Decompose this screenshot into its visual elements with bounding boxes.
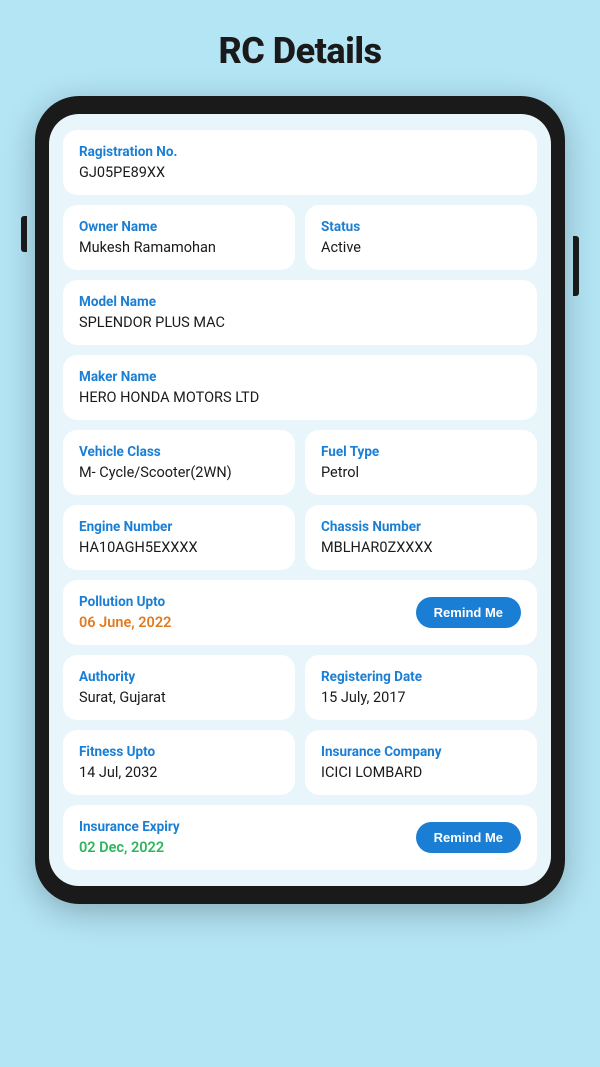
pollution-value: 06 June, 2022 [79, 614, 171, 631]
authority-value: Surat, Gujarat [79, 689, 279, 706]
fitness-label: Fitness Upto [79, 744, 279, 760]
registration-label: Ragistration No. [79, 144, 521, 160]
vehicle-class-label: Vehicle Class [79, 444, 279, 460]
engine-chassis-row: Engine Number HA10AGH5EXXXX Chassis Numb… [63, 505, 537, 570]
remind-me-button-1[interactable]: Remind Me [416, 597, 521, 628]
fuel-type-value: Petrol [321, 464, 521, 481]
vehicle-fuel-row: Vehicle Class M- Cycle/Scooter(2WN) Fuel… [63, 430, 537, 495]
owner-card: Owner Name Mukesh Ramamohan [63, 205, 295, 270]
insurance-company-value: ICICI LOMBARD [321, 764, 521, 781]
status-label: Status [321, 219, 521, 235]
authority-card: Authority Surat, Gujarat [63, 655, 295, 720]
engine-label: Engine Number [79, 519, 279, 535]
insurance-expiry-remind-row: Insurance Expiry 02 Dec, 2022 Remind Me [79, 819, 521, 856]
pollution-label: Pollution Upto [79, 594, 171, 610]
registration-value: GJ05PE89XX [79, 164, 521, 181]
model-value: SPLENDOR PLUS MAC [79, 314, 521, 331]
pollution-card: Pollution Upto 06 June, 2022 Remind Me [63, 580, 537, 645]
fuel-type-card: Fuel Type Petrol [305, 430, 537, 495]
authority-label: Authority [79, 669, 279, 685]
owner-value: Mukesh Ramamohan [79, 239, 279, 256]
insurance-company-card: Insurance Company ICICI LOMBARD [305, 730, 537, 795]
phone-screen: Ragistration No. GJ05PE89XX Owner Name M… [49, 114, 551, 886]
fuel-type-label: Fuel Type [321, 444, 521, 460]
remind-me-button-2[interactable]: Remind Me [416, 822, 521, 853]
insurance-expiry-value: 02 Dec, 2022 [79, 839, 180, 856]
owner-status-row: Owner Name Mukesh Ramamohan Status Activ… [63, 205, 537, 270]
phone-frame: Ragistration No. GJ05PE89XX Owner Name M… [35, 96, 565, 904]
chassis-value: MBLHAR0ZXXXX [321, 539, 521, 556]
vehicle-class-card: Vehicle Class M- Cycle/Scooter(2WN) [63, 430, 295, 495]
model-label: Model Name [79, 294, 521, 310]
insurance-expiry-label: Insurance Expiry [79, 819, 180, 835]
status-value: Active [321, 239, 521, 256]
chassis-label: Chassis Number [321, 519, 521, 535]
insurance-expiry-card: Insurance Expiry 02 Dec, 2022 Remind Me [63, 805, 537, 870]
vehicle-class-value: M- Cycle/Scooter(2WN) [79, 464, 279, 481]
fitness-insurance-row: Fitness Upto 14 Jul, 2032 Insurance Comp… [63, 730, 537, 795]
model-card: Model Name SPLENDOR PLUS MAC [63, 280, 537, 345]
fitness-card: Fitness Upto 14 Jul, 2032 [63, 730, 295, 795]
maker-card: Maker Name HERO HONDA MOTORS LTD [63, 355, 537, 420]
status-card: Status Active [305, 205, 537, 270]
engine-card: Engine Number HA10AGH5EXXXX [63, 505, 295, 570]
registration-card: Ragistration No. GJ05PE89XX [63, 130, 537, 195]
fitness-value: 14 Jul, 2032 [79, 764, 279, 781]
chassis-card: Chassis Number MBLHAR0ZXXXX [305, 505, 537, 570]
maker-value: HERO HONDA MOTORS LTD [79, 389, 521, 406]
insurance-expiry-text-block: Insurance Expiry 02 Dec, 2022 [79, 819, 180, 856]
maker-label: Maker Name [79, 369, 521, 385]
page-title: RC Details [218, 30, 381, 72]
engine-value: HA10AGH5EXXXX [79, 539, 279, 556]
registering-date-card: Registering Date 15 July, 2017 [305, 655, 537, 720]
owner-label: Owner Name [79, 219, 279, 235]
authority-registering-row: Authority Surat, Gujarat Registering Dat… [63, 655, 537, 720]
pollution-text-block: Pollution Upto 06 June, 2022 [79, 594, 171, 631]
registering-date-label: Registering Date [321, 669, 521, 685]
pollution-remind-row: Pollution Upto 06 June, 2022 Remind Me [79, 594, 521, 631]
registering-date-value: 15 July, 2017 [321, 689, 521, 706]
insurance-company-label: Insurance Company [321, 744, 521, 760]
